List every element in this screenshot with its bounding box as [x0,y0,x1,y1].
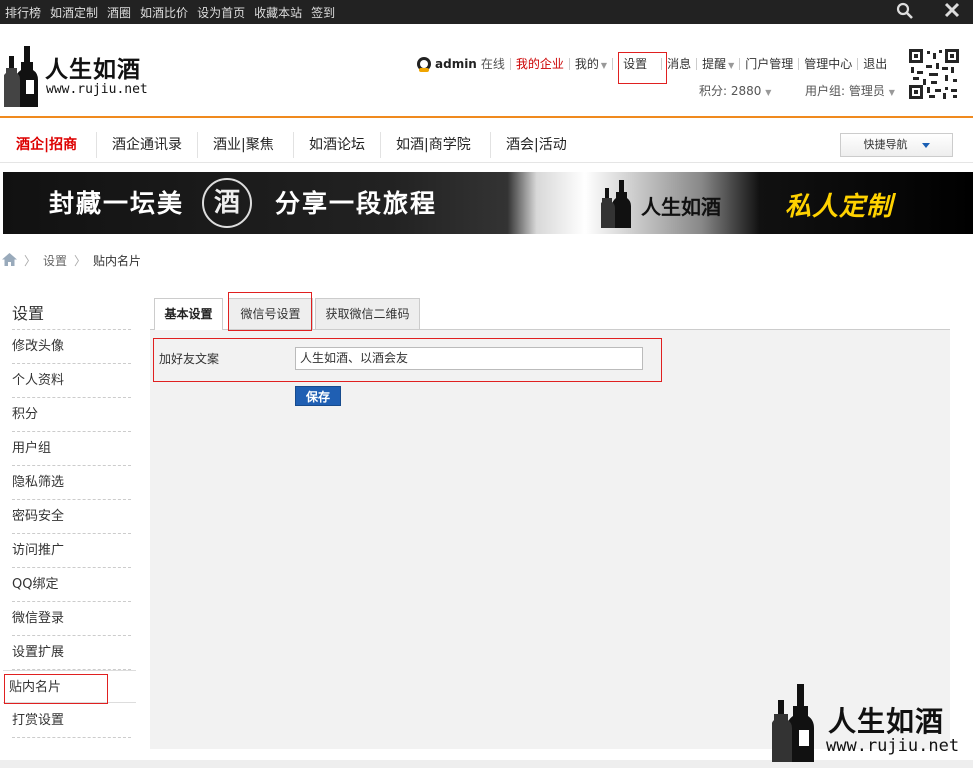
settings-content: 基本设置 微信号设置 获取微信二维码 加好友文案 保存 [150,288,950,749]
sidebar-title: 设置 [12,304,45,323]
main-nav: 酒企|招商 酒企通讯录 酒业|聚焦 如酒论坛 如酒|商学院 酒会|活动 快捷导航 [0,128,973,163]
user-stats-row: 积分: 2880 ▼ 用户组: 管理员 ▼ [699,82,895,99]
watermark-url: www.rujiu.net [826,736,960,756]
divider [568,57,570,70]
banner-tagline: 私人定制 [785,192,894,222]
divider [739,57,741,70]
site-header: 人生如酒 www.rujiu.net admin 在线 我的企业 我的 ▼ 设置 … [0,24,973,118]
chevron-right-icon: 〉 [24,254,37,268]
tab-basic[interactable]: 基本设置 [154,298,223,330]
points-dropdown[interactable]: 积分: 2880 ▼ [699,84,771,98]
chevron-down-icon: ▼ [888,88,895,97]
banner-seal: 酒 [202,178,252,228]
wine-bottles-icon [772,684,814,762]
sidebar-item-profile[interactable]: 个人资料 [12,364,131,398]
user-group-dropdown[interactable]: 用户组: 管理员 ▼ [805,84,895,98]
sidebar-item-wechat-login[interactable]: 微信登录 [12,602,131,636]
sidebar-item-qq-bind[interactable]: QQ绑定 [12,568,131,602]
divider [293,132,294,158]
mine-label: 我的 [574,57,599,71]
admin-center-link[interactable]: 管理中心 [804,55,852,72]
points-label: 积分: 2880 [699,84,762,98]
divider [696,57,698,70]
nav-item-focus[interactable]: 酒业|聚焦 [213,128,274,162]
breadcrumb-current: 贴内名片 [93,254,142,268]
nav-item-directory[interactable]: 酒企通讯录 [112,128,182,162]
logout-link[interactable]: 退出 [863,55,887,72]
sidebar-item-reward[interactable]: 打赏设置 [12,704,131,738]
sidebar-item-avatar[interactable]: 修改头像 [12,330,131,364]
search-icon[interactable] [896,2,914,25]
username-link[interactable]: admin [435,57,477,71]
reminders-dropdown[interactable]: 提醒 ▼ [702,55,734,72]
wine-bottles-icon [4,46,38,107]
user-group-label: 用户组: 管理员 [805,84,885,98]
top-link-checkin[interactable]: 签到 [311,4,335,21]
top-bar: 排行榜 如酒定制 酒圈 如酒比价 设为首页 收藏本站 签到 [0,0,973,24]
nav-item-events[interactable]: 酒会|活动 [506,128,567,162]
sidebar-item-extensions[interactable]: 设置扩展 [12,636,131,670]
divider [96,132,97,158]
sidebar-item-points[interactable]: 积分 [12,398,131,432]
chevron-down-icon: ▼ [765,88,772,97]
chevron-down-icon [921,142,930,148]
top-link-compare[interactable]: 如酒比价 [140,4,188,21]
sidebar-item-promotion[interactable]: 访问推广 [12,534,131,568]
divider [490,132,491,158]
mine-dropdown[interactable]: 我的 ▼ [575,55,607,72]
wine-bottles-icon [601,180,631,228]
tab-highlight-box [228,292,312,331]
site-logo[interactable]: 人生如酒 www.rujiu.net [4,46,164,108]
online-status: 在线 [480,57,505,71]
divider [509,57,511,70]
divider [380,132,381,158]
quick-nav-label: 快捷导航 [863,138,908,151]
sidebar-highlight-box [4,674,108,704]
top-link-ranking[interactable]: 排行榜 [5,4,41,21]
banner-slogan-left: 封藏一坛美 [49,189,185,218]
reminders-label: 提醒 [702,57,727,71]
sidebar-item-privacy[interactable]: 隐私筛选 [12,466,131,500]
chevron-right-icon: 〉 [74,254,87,268]
banner-slogan-right: 分享一段旅程 [275,189,438,218]
top-link-circle[interactable]: 酒圈 [107,4,131,21]
home-icon[interactable] [2,252,17,269]
breadcrumb-settings[interactable]: 设置 [43,252,67,269]
logo-url-text: www.rujiu.net [46,82,148,97]
chevron-down-icon: ▼ [728,61,735,70]
breadcrumb: 〉 设置 〉 贴内名片 [2,252,141,269]
nav-item-forum[interactable]: 如酒论坛 [309,128,365,162]
close-icon[interactable] [944,2,960,23]
divider [612,57,614,70]
quick-nav-dropdown[interactable]: 快捷导航 [840,133,953,157]
chevron-down-icon: ▼ [600,61,608,70]
tab-wechat-qrcode[interactable]: 获取微信二维码 [315,298,420,329]
my-company-link[interactable]: 我的企业 [516,55,564,72]
watermark-logo: 人生如酒 www.rujiu.net [772,684,968,766]
watermark-brand: 人生如酒 [828,705,945,738]
divider [798,57,800,70]
divider [197,132,198,158]
top-link-custom[interactable]: 如酒定制 [50,4,98,21]
field-highlight-box [153,338,662,382]
divider [857,57,859,70]
top-link-homepage[interactable]: 设为首页 [197,4,245,21]
sidebar-item-password[interactable]: 密码安全 [12,500,131,534]
qr-code-image [909,49,959,99]
nav-item-academy[interactable]: 如酒|商学院 [396,128,471,162]
save-button[interactable]: 保存 [295,386,341,406]
nav-item-company[interactable]: 酒企|招商 [16,128,77,162]
sidebar-item-usergroup[interactable]: 用户组 [12,432,131,466]
top-link-bookmark[interactable]: 收藏本站 [254,4,302,21]
logo-brand-text: 人生如酒 [45,57,141,83]
messages-link[interactable]: 消息 [667,55,691,72]
settings-highlight-box [618,52,667,84]
portal-admin-link[interactable]: 门户管理 [745,55,793,72]
banner-brand: 人生如酒 [641,195,721,219]
qq-penguin-icon [417,56,431,72]
promo-banner[interactable]: 封藏一坛美 酒 分享一段旅程 人生如酒 私人定制 [3,172,973,234]
top-links: 排行榜 如酒定制 酒圈 如酒比价 设为首页 收藏本站 签到 [5,4,335,21]
